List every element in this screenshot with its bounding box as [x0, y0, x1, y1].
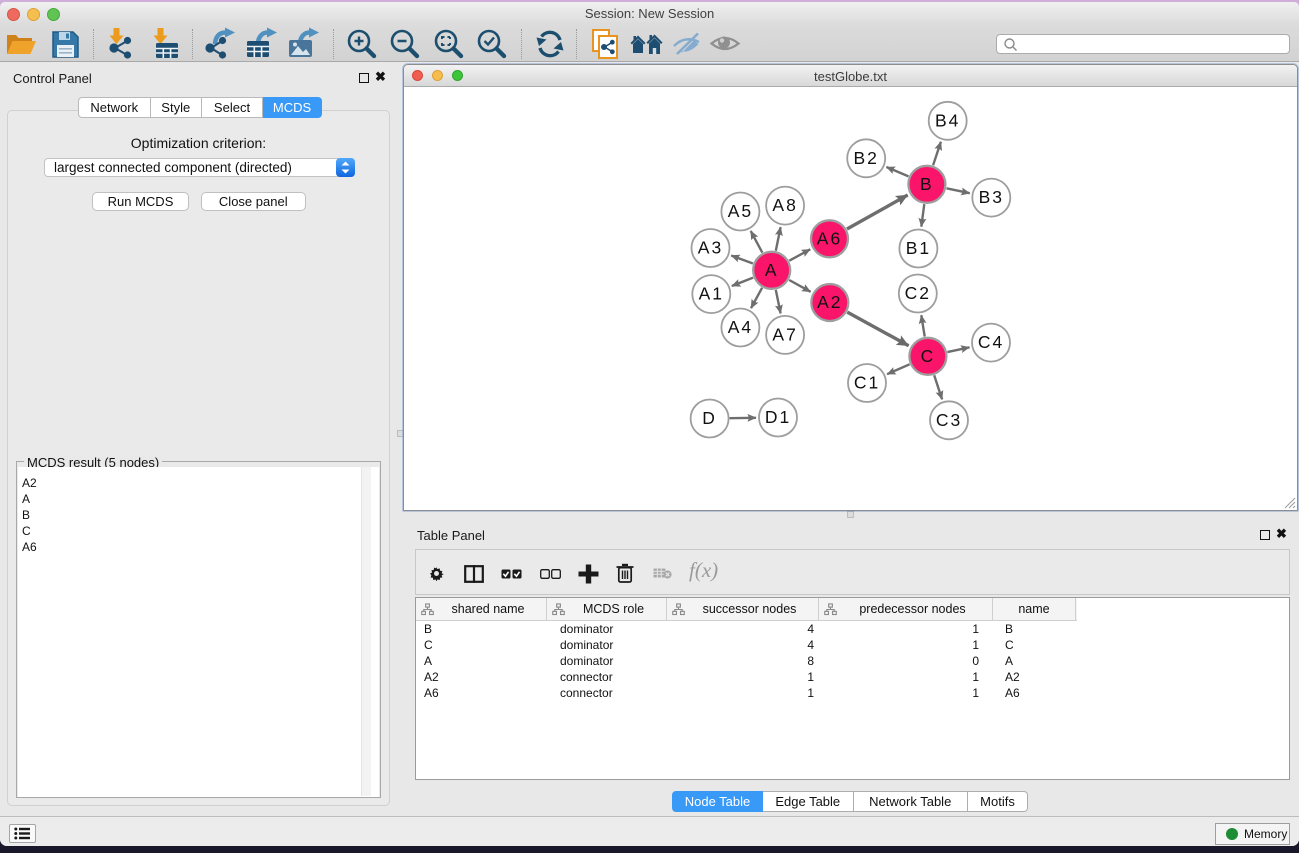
- svg-text:A4: A4: [728, 317, 753, 337]
- svg-text:C1: C1: [854, 373, 880, 393]
- svg-text:A5: A5: [728, 201, 753, 221]
- svg-text:C: C: [921, 346, 936, 366]
- svg-text:D1: D1: [765, 407, 791, 427]
- svg-text:A7: A7: [772, 324, 797, 344]
- svg-text:C3: C3: [936, 410, 962, 430]
- svg-text:C2: C2: [905, 283, 931, 303]
- svg-text:D: D: [702, 408, 717, 428]
- svg-text:C4: C4: [978, 332, 1004, 352]
- svg-text:A3: A3: [698, 238, 723, 258]
- svg-text:A2: A2: [817, 292, 842, 312]
- svg-text:A: A: [765, 260, 779, 280]
- svg-text:A8: A8: [772, 195, 797, 215]
- svg-text:B2: B2: [853, 148, 878, 168]
- svg-text:B3: B3: [979, 187, 1004, 207]
- svg-text:B4: B4: [935, 110, 960, 130]
- svg-text:A6: A6: [817, 228, 842, 248]
- svg-text:A1: A1: [699, 284, 724, 304]
- svg-text:B: B: [920, 174, 934, 194]
- svg-text:B1: B1: [906, 238, 931, 258]
